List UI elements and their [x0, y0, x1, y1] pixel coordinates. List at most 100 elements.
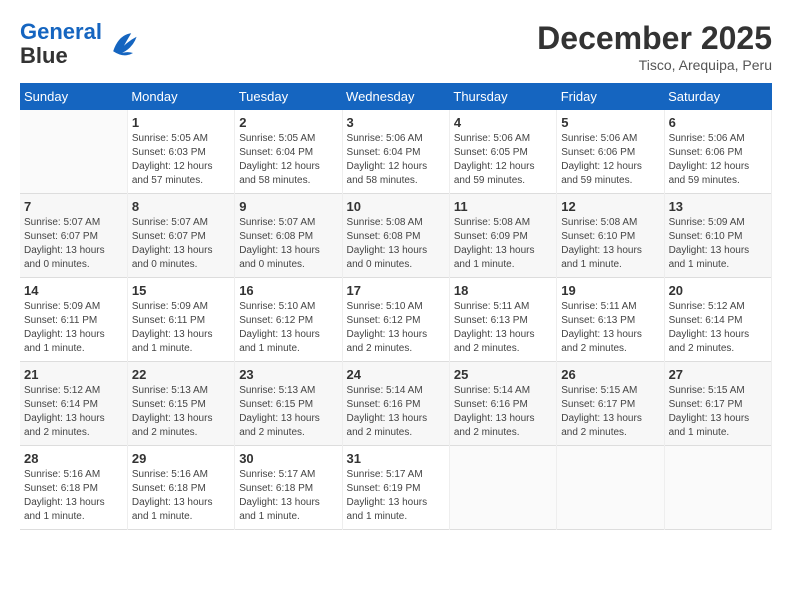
day-info: Sunrise: 5:12 AM Sunset: 6:14 PM Dayligh…: [24, 384, 123, 440]
day-number: 30: [239, 451, 337, 466]
day-number: 24: [347, 367, 445, 382]
calendar-cell: [20, 110, 127, 194]
day-number: 2: [239, 115, 337, 130]
day-number: 13: [669, 199, 767, 214]
calendar-week-1: 1 Sunrise: 5:05 AM Sunset: 6:03 PM Dayli…: [20, 110, 772, 194]
weekday-header-monday: Monday: [127, 83, 234, 110]
day-info: Sunrise: 5:06 AM Sunset: 6:06 PM Dayligh…: [561, 132, 659, 188]
day-info: Sunrise: 5:10 AM Sunset: 6:12 PM Dayligh…: [239, 300, 337, 356]
calendar-cell: 17 Sunrise: 5:10 AM Sunset: 6:12 PM Dayl…: [342, 278, 449, 362]
calendar-cell: 20 Sunrise: 5:12 AM Sunset: 6:14 PM Dayl…: [664, 278, 771, 362]
calendar-cell: 13 Sunrise: 5:09 AM Sunset: 6:10 PM Dayl…: [664, 194, 771, 278]
weekday-row: SundayMondayTuesdayWednesdayThursdayFrid…: [20, 83, 772, 110]
calendar-cell: 3 Sunrise: 5:06 AM Sunset: 6:04 PM Dayli…: [342, 110, 449, 194]
calendar-cell: 22 Sunrise: 5:13 AM Sunset: 6:15 PM Dayl…: [127, 362, 234, 446]
calendar-cell: 9 Sunrise: 5:07 AM Sunset: 6:08 PM Dayli…: [235, 194, 342, 278]
calendar-week-4: 21 Sunrise: 5:12 AM Sunset: 6:14 PM Dayl…: [20, 362, 772, 446]
day-info: Sunrise: 5:13 AM Sunset: 6:15 PM Dayligh…: [239, 384, 337, 440]
day-info: Sunrise: 5:17 AM Sunset: 6:19 PM Dayligh…: [347, 468, 445, 524]
day-number: 14: [24, 283, 123, 298]
day-number: 8: [132, 199, 230, 214]
day-number: 6: [669, 115, 767, 130]
month-title: December 2025: [537, 20, 772, 57]
weekday-header-tuesday: Tuesday: [235, 83, 342, 110]
calendar-cell: 1 Sunrise: 5:05 AM Sunset: 6:03 PM Dayli…: [127, 110, 234, 194]
calendar-header: SundayMondayTuesdayWednesdayThursdayFrid…: [20, 83, 772, 110]
day-info: Sunrise: 5:07 AM Sunset: 6:08 PM Dayligh…: [239, 216, 337, 272]
logo: GeneralBlue: [20, 20, 142, 68]
day-number: 27: [669, 367, 767, 382]
day-number: 12: [561, 199, 659, 214]
weekday-header-sunday: Sunday: [20, 83, 127, 110]
calendar-cell: 28 Sunrise: 5:16 AM Sunset: 6:18 PM Dayl…: [20, 446, 127, 530]
day-number: 20: [669, 283, 767, 298]
calendar-cell: 21 Sunrise: 5:12 AM Sunset: 6:14 PM Dayl…: [20, 362, 127, 446]
day-info: Sunrise: 5:12 AM Sunset: 6:14 PM Dayligh…: [669, 300, 767, 356]
calendar-cell: [664, 446, 771, 530]
day-info: Sunrise: 5:06 AM Sunset: 6:05 PM Dayligh…: [454, 132, 552, 188]
day-number: 9: [239, 199, 337, 214]
calendar-cell: 10 Sunrise: 5:08 AM Sunset: 6:08 PM Dayl…: [342, 194, 449, 278]
calendar-cell: 19 Sunrise: 5:11 AM Sunset: 6:13 PM Dayl…: [557, 278, 664, 362]
day-info: Sunrise: 5:08 AM Sunset: 6:10 PM Dayligh…: [561, 216, 659, 272]
page-header: GeneralBlue December 2025 Tisco, Arequip…: [20, 20, 772, 73]
calendar-week-2: 7 Sunrise: 5:07 AM Sunset: 6:07 PM Dayli…: [20, 194, 772, 278]
calendar-cell: 25 Sunrise: 5:14 AM Sunset: 6:16 PM Dayl…: [449, 362, 556, 446]
day-info: Sunrise: 5:16 AM Sunset: 6:18 PM Dayligh…: [132, 468, 230, 524]
day-info: Sunrise: 5:13 AM Sunset: 6:15 PM Dayligh…: [132, 384, 230, 440]
calendar-cell: 16 Sunrise: 5:10 AM Sunset: 6:12 PM Dayl…: [235, 278, 342, 362]
day-info: Sunrise: 5:10 AM Sunset: 6:12 PM Dayligh…: [347, 300, 445, 356]
day-number: 19: [561, 283, 659, 298]
weekday-header-friday: Friday: [557, 83, 664, 110]
calendar-cell: 23 Sunrise: 5:13 AM Sunset: 6:15 PM Dayl…: [235, 362, 342, 446]
day-info: Sunrise: 5:05 AM Sunset: 6:03 PM Dayligh…: [132, 132, 230, 188]
day-info: Sunrise: 5:14 AM Sunset: 6:16 PM Dayligh…: [347, 384, 445, 440]
calendar-cell: 26 Sunrise: 5:15 AM Sunset: 6:17 PM Dayl…: [557, 362, 664, 446]
day-info: Sunrise: 5:15 AM Sunset: 6:17 PM Dayligh…: [669, 384, 767, 440]
day-number: 10: [347, 199, 445, 214]
day-info: Sunrise: 5:05 AM Sunset: 6:04 PM Dayligh…: [239, 132, 337, 188]
day-info: Sunrise: 5:08 AM Sunset: 6:08 PM Dayligh…: [347, 216, 445, 272]
location: Tisco, Arequipa, Peru: [537, 57, 772, 73]
day-number: 31: [347, 451, 445, 466]
weekday-header-saturday: Saturday: [664, 83, 771, 110]
day-number: 16: [239, 283, 337, 298]
calendar-cell: 31 Sunrise: 5:17 AM Sunset: 6:19 PM Dayl…: [342, 446, 449, 530]
calendar-cell: 15 Sunrise: 5:09 AM Sunset: 6:11 PM Dayl…: [127, 278, 234, 362]
day-info: Sunrise: 5:06 AM Sunset: 6:04 PM Dayligh…: [347, 132, 445, 188]
day-info: Sunrise: 5:07 AM Sunset: 6:07 PM Dayligh…: [132, 216, 230, 272]
calendar-cell: 27 Sunrise: 5:15 AM Sunset: 6:17 PM Dayl…: [664, 362, 771, 446]
day-info: Sunrise: 5:09 AM Sunset: 6:10 PM Dayligh…: [669, 216, 767, 272]
calendar-cell: 2 Sunrise: 5:05 AM Sunset: 6:04 PM Dayli…: [235, 110, 342, 194]
calendar-cell: 29 Sunrise: 5:16 AM Sunset: 6:18 PM Dayl…: [127, 446, 234, 530]
day-number: 17: [347, 283, 445, 298]
day-info: Sunrise: 5:16 AM Sunset: 6:18 PM Dayligh…: [24, 468, 123, 524]
calendar-cell: [557, 446, 664, 530]
day-number: 4: [454, 115, 552, 130]
calendar-cell: 11 Sunrise: 5:08 AM Sunset: 6:09 PM Dayl…: [449, 194, 556, 278]
day-info: Sunrise: 5:08 AM Sunset: 6:09 PM Dayligh…: [454, 216, 552, 272]
calendar-cell: 30 Sunrise: 5:17 AM Sunset: 6:18 PM Dayl…: [235, 446, 342, 530]
day-number: 1: [132, 115, 230, 130]
calendar-cell: 12 Sunrise: 5:08 AM Sunset: 6:10 PM Dayl…: [557, 194, 664, 278]
calendar-cell: 8 Sunrise: 5:07 AM Sunset: 6:07 PM Dayli…: [127, 194, 234, 278]
day-info: Sunrise: 5:09 AM Sunset: 6:11 PM Dayligh…: [132, 300, 230, 356]
day-info: Sunrise: 5:15 AM Sunset: 6:17 PM Dayligh…: [561, 384, 659, 440]
calendar-week-3: 14 Sunrise: 5:09 AM Sunset: 6:11 PM Dayl…: [20, 278, 772, 362]
day-number: 25: [454, 367, 552, 382]
calendar-week-5: 28 Sunrise: 5:16 AM Sunset: 6:18 PM Dayl…: [20, 446, 772, 530]
calendar-cell: [449, 446, 556, 530]
day-number: 3: [347, 115, 445, 130]
calendar-cell: 5 Sunrise: 5:06 AM Sunset: 6:06 PM Dayli…: [557, 110, 664, 194]
day-number: 5: [561, 115, 659, 130]
calendar-cell: 7 Sunrise: 5:07 AM Sunset: 6:07 PM Dayli…: [20, 194, 127, 278]
day-number: 11: [454, 199, 552, 214]
day-info: Sunrise: 5:06 AM Sunset: 6:06 PM Dayligh…: [669, 132, 767, 188]
logo-text: GeneralBlue: [20, 20, 102, 68]
calendar-cell: 4 Sunrise: 5:06 AM Sunset: 6:05 PM Dayli…: [449, 110, 556, 194]
calendar-table: SundayMondayTuesdayWednesdayThursdayFrid…: [20, 83, 772, 530]
calendar-cell: 18 Sunrise: 5:11 AM Sunset: 6:13 PM Dayl…: [449, 278, 556, 362]
calendar-cell: 24 Sunrise: 5:14 AM Sunset: 6:16 PM Dayl…: [342, 362, 449, 446]
day-info: Sunrise: 5:17 AM Sunset: 6:18 PM Dayligh…: [239, 468, 337, 524]
day-number: 7: [24, 199, 123, 214]
